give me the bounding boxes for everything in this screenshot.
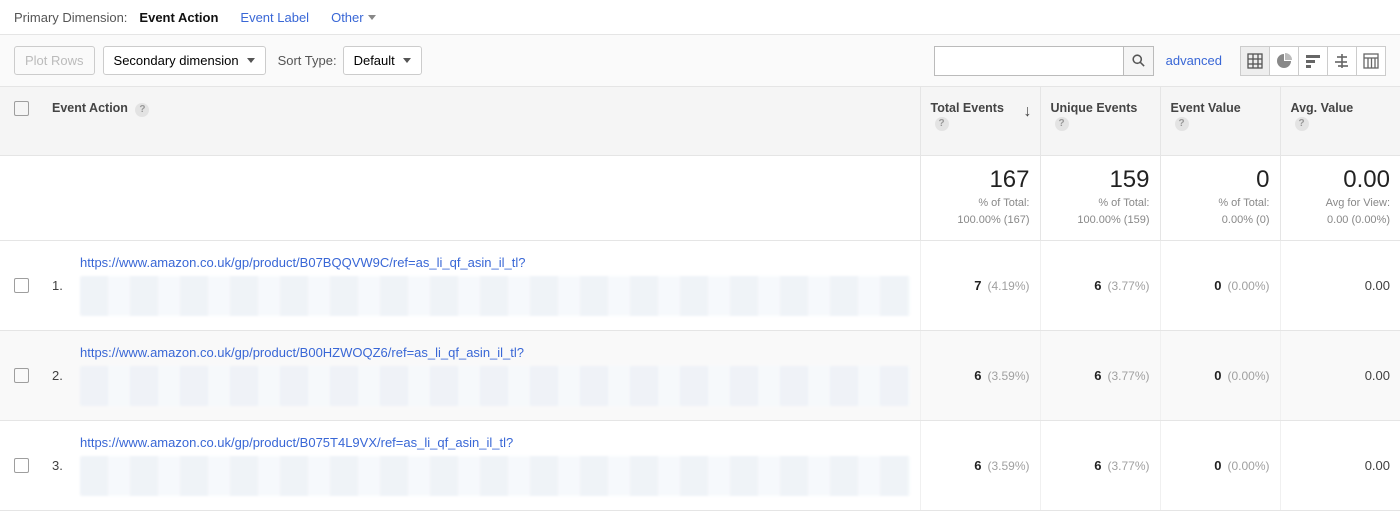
row-total-events: 6(3.59%) [920,420,1040,510]
help-icon[interactable]: ? [1055,117,1069,131]
search-input[interactable] [935,47,1123,75]
caret-down-icon [403,58,411,63]
summary-event-value: 0 % of Total: 0.00% (0) [1160,156,1280,241]
row-unique-events: 6(3.77%) [1040,240,1160,330]
view-bar-button[interactable] [1298,46,1328,76]
header-avg-value[interactable]: Avg. Value ? [1280,87,1400,156]
row-unique-events: 6(3.77%) [1040,330,1160,420]
bar-icon [1305,53,1321,69]
redacted-area [80,456,910,496]
sort-type-label: Sort Type: [278,53,337,68]
primary-dimension-label: Primary Dimension: [14,10,127,25]
pie-icon [1276,53,1292,69]
data-table: Event Action ? Total Events ↓ ? Unique E… [0,87,1400,511]
advanced-link[interactable]: advanced [1166,53,1222,68]
redacted-area [80,366,910,406]
row-index: 3. [42,420,70,510]
help-icon[interactable]: ? [1295,117,1309,131]
row-total-events: 6(3.59%) [920,330,1040,420]
header-checkbox-cell [0,87,42,156]
header-event-value-label: Event Value [1171,101,1241,115]
event-action-link[interactable]: https://www.amazon.co.uk/gp/product/B07B… [80,255,525,270]
view-pivot-button[interactable] [1356,46,1386,76]
primary-dimension-bar: Primary Dimension: Event Action Event La… [0,0,1400,35]
search-icon [1131,53,1146,68]
row-avg-value: 0.00 [1280,240,1400,330]
row-index: 2. [42,330,70,420]
row-action: https://www.amazon.co.uk/gp/product/B075… [70,420,920,510]
search-box [934,46,1154,76]
event-action-link[interactable]: https://www.amazon.co.uk/gp/product/B075… [80,435,513,450]
controls-row: Plot Rows Secondary dimension Sort Type:… [0,35,1400,87]
dimension-event-action[interactable]: Event Action [139,10,218,25]
row-avg-value: 0.00 [1280,330,1400,420]
row-event-value: 0(0.00%) [1160,240,1280,330]
row-event-value: 0(0.00%) [1160,330,1280,420]
pivot-icon [1363,53,1379,69]
summary-row: 167 % of Total: 100.00% (167) 159 % of T… [0,156,1400,241]
comparison-icon [1334,53,1350,69]
row-checkbox[interactable] [14,458,29,473]
header-total-events[interactable]: Total Events ↓ ? [920,87,1040,156]
secondary-dimension-label: Secondary dimension [114,53,239,68]
view-comparison-button[interactable] [1327,46,1357,76]
caret-down-icon [247,58,255,63]
view-table-button[interactable] [1240,46,1270,76]
table-row: 1. https://www.amazon.co.uk/gp/product/B0… [0,240,1400,330]
summary-unique-events: 159 % of Total: 100.00% (159) [1040,156,1160,241]
header-unique-events[interactable]: Unique Events ? [1040,87,1160,156]
table-row: 3. https://www.amazon.co.uk/gp/product/B0… [0,420,1400,510]
summary-avg-value: 0.00 Avg for View: 0.00 (0.00%) [1280,156,1400,241]
header-event-action-label: Event Action [52,101,128,115]
summary-total-events: 167 % of Total: 100.00% (167) [920,156,1040,241]
header-event-action[interactable]: Event Action ? [42,87,920,156]
sort-desc-icon: ↓ [1024,103,1032,121]
help-icon[interactable]: ? [1175,117,1189,131]
row-checkbox[interactable] [14,278,29,293]
sort-type-value: Default [354,53,395,68]
caret-down-icon [368,15,376,20]
row-index: 1. [42,240,70,330]
header-total-events-label: Total Events [931,101,1004,115]
table-icon [1247,53,1263,69]
header-event-value[interactable]: Event Value ? [1160,87,1280,156]
dimension-other[interactable]: Other [331,10,376,25]
dimension-other-label: Other [331,10,364,25]
header-unique-events-label: Unique Events [1051,101,1138,115]
secondary-dimension-button[interactable]: Secondary dimension [103,46,266,75]
row-checkbox[interactable] [14,368,29,383]
row-action: https://www.amazon.co.uk/gp/product/B00H… [70,330,920,420]
select-all-checkbox[interactable] [14,101,29,116]
help-icon[interactable]: ? [935,117,949,131]
table-row: 2. https://www.amazon.co.uk/gp/product/B0… [0,330,1400,420]
dimension-event-label[interactable]: Event Label [240,10,309,25]
sort-type-button[interactable]: Default [343,46,422,75]
row-action: https://www.amazon.co.uk/gp/product/B07B… [70,240,920,330]
help-icon[interactable]: ? [135,103,149,117]
row-avg-value: 0.00 [1280,420,1400,510]
row-unique-events: 6(3.77%) [1040,420,1160,510]
row-event-value: 0(0.00%) [1160,420,1280,510]
row-total-events: 7(4.19%) [920,240,1040,330]
header-avg-value-label: Avg. Value [1291,101,1354,115]
view-pie-button[interactable] [1269,46,1299,76]
redacted-area [80,276,910,316]
search-button[interactable] [1123,47,1153,75]
controls-right: advanced [934,46,1386,76]
plot-rows-button[interactable]: Plot Rows [14,46,95,75]
event-action-link[interactable]: https://www.amazon.co.uk/gp/product/B00H… [80,345,524,360]
view-buttons [1240,46,1386,76]
